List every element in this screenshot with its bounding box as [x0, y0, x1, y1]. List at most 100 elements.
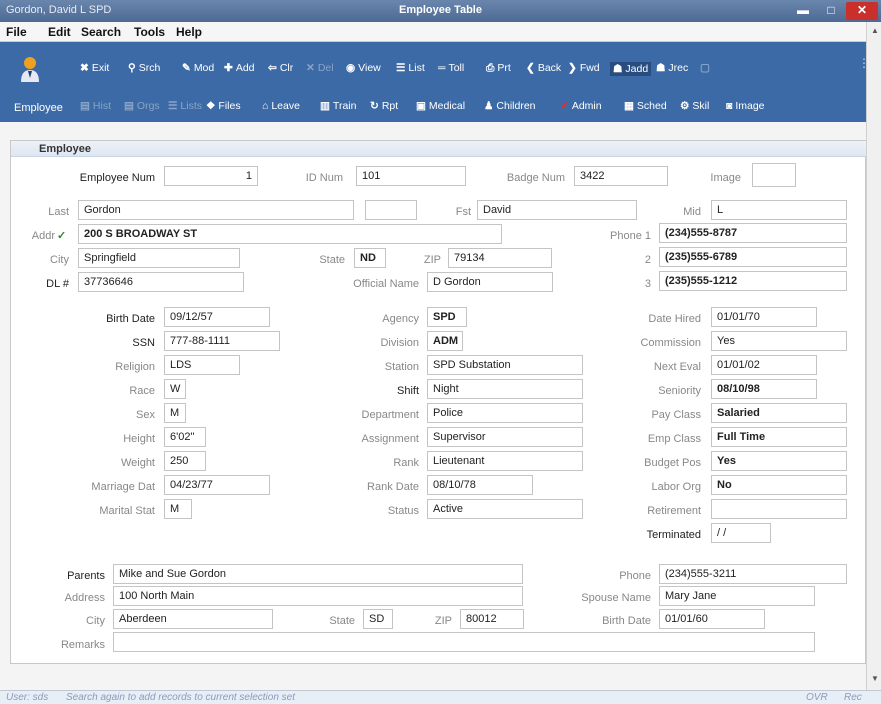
- emp-class-field[interactable]: Full Time: [711, 427, 847, 447]
- toolbar-image-button[interactable]: ◙ Image: [726, 100, 765, 112]
- toolbar-modify-button[interactable]: ✎ Mod: [182, 62, 214, 74]
- toolbar-children-button[interactable]: ♟ Children: [484, 100, 536, 112]
- city-field[interactable]: Springfield: [78, 248, 240, 268]
- city-label: City: [50, 254, 69, 266]
- middle-name-field[interactable]: L: [711, 200, 847, 220]
- toolbar-hist-button[interactable]: ▤ Hist: [80, 100, 111, 112]
- sex-field[interactable]: M: [164, 403, 186, 423]
- menu-help[interactable]: Help: [176, 25, 202, 39]
- spouse-birth-field[interactable]: 01/01/60: [659, 609, 765, 629]
- state-field[interactable]: ND: [354, 248, 386, 268]
- toolbar-forward-button[interactable]: ❯ Fwd: [568, 62, 600, 74]
- spouse-name-field[interactable]: Mary Jane: [659, 586, 815, 606]
- dl-field[interactable]: 37736646: [78, 272, 244, 292]
- pay-class-field[interactable]: Salaried: [711, 403, 847, 423]
- division-field[interactable]: ADM: [427, 331, 463, 351]
- seniority-field[interactable]: 08/10/98: [711, 379, 817, 399]
- toolbar-leave-button[interactable]: ⌂ Leave: [262, 100, 300, 112]
- vertical-scrollbar[interactable]: ▲ ▼: [866, 22, 881, 690]
- toolbar-search-button[interactable]: ⚲ Srch: [128, 62, 160, 74]
- phone2-field[interactable]: (235)555-6789: [659, 247, 847, 267]
- rank-field[interactable]: Lieutenant: [427, 451, 583, 471]
- toolbar-report-button[interactable]: ↻ Rpt: [370, 100, 398, 112]
- name-suffix-field[interactable]: [365, 200, 417, 220]
- toolbar-files-button[interactable]: ❖ Files: [206, 100, 241, 112]
- image-field[interactable]: [752, 163, 796, 187]
- status-bar: User: sds Search again to add records to…: [0, 690, 881, 704]
- terminated-field[interactable]: / /: [711, 523, 771, 543]
- toolbar-forward-label: Fwd: [579, 62, 600, 74]
- remarks-field[interactable]: [113, 632, 815, 652]
- birth-date-field[interactable]: 09/12/57: [164, 307, 270, 327]
- assignment-field[interactable]: Supervisor: [427, 427, 583, 447]
- race-field[interactable]: W: [164, 379, 186, 399]
- id-num-field[interactable]: 101: [356, 166, 466, 186]
- menu-tools[interactable]: Tools: [134, 25, 165, 39]
- station-field[interactable]: SPD Substation: [427, 355, 583, 375]
- toolbar-medical-button[interactable]: ▣ Medical: [416, 100, 465, 112]
- parent-city-field[interactable]: Aberdeen: [113, 609, 273, 629]
- toolbar-orgs-button[interactable]: ▤ Orgs: [124, 100, 160, 112]
- seniority-label: Seniority: [658, 385, 701, 397]
- toolbar-back-button[interactable]: ❮ Back: [526, 62, 561, 74]
- badge-num-field[interactable]: 3422: [574, 166, 668, 186]
- menu-edit[interactable]: Edit: [48, 25, 71, 39]
- phone3-field[interactable]: (235)555-1212: [659, 271, 847, 291]
- budget-pos-field[interactable]: Yes: [711, 451, 847, 471]
- scroll-up-icon[interactable]: ▲: [871, 26, 879, 35]
- toolbar-admin-button[interactable]: ✔ Admin: [560, 100, 602, 112]
- toolbar-jrec-button[interactable]: ☗ Jrec: [656, 62, 688, 74]
- toolbar-view-button[interactable]: ◉ View: [346, 62, 381, 74]
- marital-status-field[interactable]: M: [164, 499, 192, 519]
- menu-search[interactable]: Search: [81, 25, 121, 39]
- maximize-button[interactable]: □: [818, 2, 844, 20]
- status-field[interactable]: Active: [427, 499, 583, 519]
- toolbar-jadd-button[interactable]: ☗ Jadd: [610, 62, 652, 76]
- parent-state-field[interactable]: SD: [363, 609, 393, 629]
- scroll-down-icon[interactable]: ▼: [871, 674, 879, 683]
- last-name-field[interactable]: Gordon: [78, 200, 354, 220]
- toolbar-clear-button[interactable]: ⇦ Clr: [268, 62, 293, 74]
- department-field[interactable]: Police: [427, 403, 583, 423]
- religion-field[interactable]: LDS: [164, 355, 240, 375]
- toolbar-train-button[interactable]: ▥ Train: [320, 100, 356, 112]
- toolbar-exit-button[interactable]: ✖ Exit: [80, 62, 109, 74]
- retirement-field[interactable]: [711, 499, 847, 519]
- shift-field[interactable]: Night: [427, 379, 583, 399]
- parent-zip-field[interactable]: 80012: [460, 609, 524, 629]
- agency-field[interactable]: SPD: [427, 307, 467, 327]
- toolbar-list-button[interactable]: ☰ List: [396, 62, 425, 74]
- official-name-field[interactable]: D Gordon: [427, 272, 553, 292]
- minimize-button[interactable]: ▬: [790, 2, 816, 20]
- next-eval-field[interactable]: 01/01/02: [711, 355, 817, 375]
- commission-field[interactable]: Yes: [711, 331, 847, 351]
- marriage-date-field[interactable]: 04/23/77: [164, 475, 270, 495]
- height-field[interactable]: 6'02": [164, 427, 206, 447]
- address-field[interactable]: 200 S BROADWAY ST: [78, 224, 502, 244]
- weight-field[interactable]: 250: [164, 451, 206, 471]
- toolbar-schedule-button[interactable]: ▦ Sched: [624, 100, 667, 112]
- toolbar-skill-button[interactable]: ⚙ Skil: [680, 100, 709, 112]
- toolbar-add-label: Add: [235, 62, 255, 74]
- menu-file[interactable]: File: [6, 25, 27, 39]
- labor-org-field[interactable]: No: [711, 475, 847, 495]
- toolbar-print-button[interactable]: ⎙ Prt: [486, 62, 511, 75]
- parent-phone-field[interactable]: (234)555-3211: [659, 564, 847, 584]
- emp-num-field[interactable]: 1: [164, 166, 258, 186]
- rank-date-field[interactable]: 08/10/78: [427, 475, 533, 495]
- close-button[interactable]: ✕: [846, 2, 878, 20]
- date-hired-field[interactable]: 01/01/70: [711, 307, 817, 327]
- zip-field[interactable]: 79134: [448, 248, 552, 268]
- phone1-field[interactable]: (234)555-8787: [659, 223, 847, 243]
- parents-field[interactable]: Mike and Sue Gordon: [113, 564, 523, 584]
- toolbar-add-button[interactable]: ✚ Add: [224, 62, 255, 74]
- first-name-field[interactable]: David: [477, 200, 637, 220]
- toolbar-extra-button[interactable]: ▢: [700, 62, 713, 74]
- ssn-field[interactable]: 777-88-1111: [164, 331, 280, 351]
- employee-module-button[interactable]: Employee: [4, 50, 68, 116]
- parent-address-field[interactable]: 100 North Main: [113, 586, 523, 606]
- toolbar-lists-button[interactable]: ☰ Lists: [168, 100, 202, 112]
- toolbar-delete-button[interactable]: ✕ Del: [306, 62, 334, 74]
- toolbar-toll-button[interactable]: ═ Toll: [438, 62, 464, 74]
- parent-zip-label: ZIP: [434, 615, 452, 627]
